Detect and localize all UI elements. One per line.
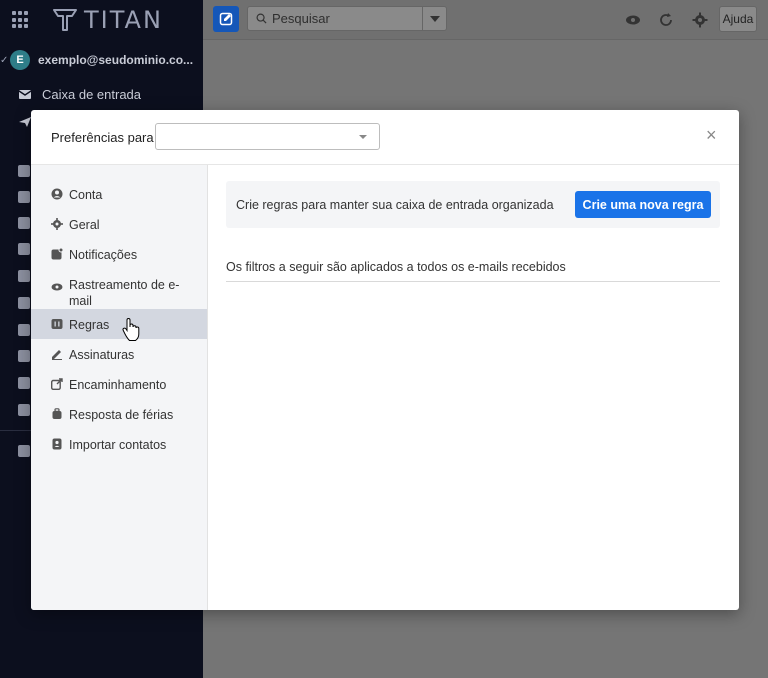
nav-label: Resposta de férias — [69, 408, 174, 422]
create-rule-button[interactable]: Crie uma nova regra — [575, 191, 711, 218]
apps-grid-icon[interactable] — [12, 11, 30, 29]
account-row[interactable]: ✓ E exemplo@seudominio.co... — [0, 40, 203, 80]
caret-down-icon — [359, 135, 367, 139]
nav-item-regras[interactable]: Regras — [31, 309, 207, 339]
add-folder-icon[interactable] — [18, 404, 30, 416]
chevron-down-icon[interactable]: ✓ — [0, 55, 8, 66]
compose-button[interactable] — [213, 6, 239, 32]
top-toolbar: Ajuda — [203, 0, 768, 40]
nav-item-encaminhamento[interactable]: Encaminhamento — [31, 369, 207, 399]
nav-label: Geral — [69, 218, 100, 232]
eye-icon[interactable] — [18, 243, 30, 255]
clock-icon[interactable] — [18, 270, 30, 282]
compose-icon — [219, 12, 233, 26]
folder-icon[interactable] — [18, 297, 30, 309]
envelope-icon — [18, 90, 32, 99]
archive-icon[interactable] — [18, 191, 30, 203]
nav-item-assinaturas[interactable]: Assinaturas — [31, 339, 207, 369]
nav-item-ferias[interactable]: Resposta de férias — [31, 399, 207, 429]
preferences-nav: Conta Geral Notificações Rastreamento de… — [31, 165, 208, 610]
close-icon[interactable]: × — [706, 126, 717, 144]
divider — [226, 281, 720, 282]
nav-label: Regras — [69, 318, 110, 332]
nav-label: Importar contatos — [69, 438, 167, 452]
help-button[interactable]: Ajuda — [719, 6, 757, 32]
search-options-button[interactable] — [422, 7, 446, 30]
nav-label: Rastreamento de e-mail — [69, 278, 180, 308]
preferences-modal: Preferências para × Conta Geral Notifica… — [31, 110, 739, 610]
eye-icon — [51, 283, 63, 291]
modal-header: Preferências para × — [31, 110, 739, 165]
nav-item-geral[interactable]: Geral — [31, 209, 207, 239]
search-box[interactable] — [247, 6, 447, 31]
gear-icon — [51, 218, 63, 230]
search-icon — [256, 13, 267, 24]
folder-icon[interactable] — [18, 324, 30, 336]
refresh-icon[interactable] — [658, 12, 674, 28]
eye-icon[interactable] — [625, 12, 641, 28]
nav-item-rastreamento[interactable]: Rastreamento de e-mail — [31, 269, 207, 309]
titan-logo: TITAN — [52, 6, 163, 34]
nav-label: Conta — [69, 188, 103, 202]
alert-icon[interactable] — [18, 165, 30, 177]
nav-item-notificacoes[interactable]: Notificações — [31, 239, 207, 269]
gear-icon[interactable] — [692, 12, 708, 28]
caret-down-icon — [429, 15, 440, 22]
banner-text: Crie regras para manter sua caixa de ent… — [236, 198, 554, 212]
avatar: E — [10, 50, 30, 70]
rules-banner: Crie regras para manter sua caixa de ent… — [226, 181, 720, 228]
folder-icon[interactable] — [18, 350, 30, 362]
send-icon — [19, 117, 31, 127]
titan-logo-icon — [53, 9, 77, 31]
logo-text: TITAN — [84, 6, 163, 34]
account-select[interactable] — [155, 123, 380, 150]
filters-note: Os filtros a seguir são aplicados a todo… — [226, 260, 566, 274]
contact-icon — [52, 438, 62, 450]
nav-label: Assinaturas — [69, 348, 135, 362]
sidebar-item-inbox[interactable]: Caixa de entrada — [0, 80, 203, 108]
search-input[interactable] — [272, 11, 422, 26]
nav-item-conta[interactable]: Conta — [31, 179, 207, 209]
modal-title: Preferências para — [51, 130, 154, 145]
sidebar-header: TITAN — [0, 0, 203, 40]
forward-icon — [51, 378, 63, 390]
folder-icon[interactable] — [18, 377, 30, 389]
rules-panel: Crie regras para manter sua caixa de ent… — [209, 165, 739, 610]
user-circle-icon — [51, 188, 63, 200]
sidebar-item-label: Caixa de entrada — [42, 86, 142, 102]
nav-item-importar[interactable]: Importar contatos — [31, 429, 207, 459]
pen-icon — [52, 350, 62, 360]
rules-icon — [51, 319, 63, 329]
nav-label: Encaminhamento — [69, 378, 167, 392]
account-email: exemplo@seudominio.co... — [38, 53, 194, 67]
notification-icon — [51, 248, 63, 260]
nav-label: Notificações — [69, 248, 138, 262]
trash-icon[interactable] — [18, 217, 30, 229]
suitcase-icon — [52, 408, 62, 419]
contacts-icon[interactable] — [18, 445, 30, 457]
